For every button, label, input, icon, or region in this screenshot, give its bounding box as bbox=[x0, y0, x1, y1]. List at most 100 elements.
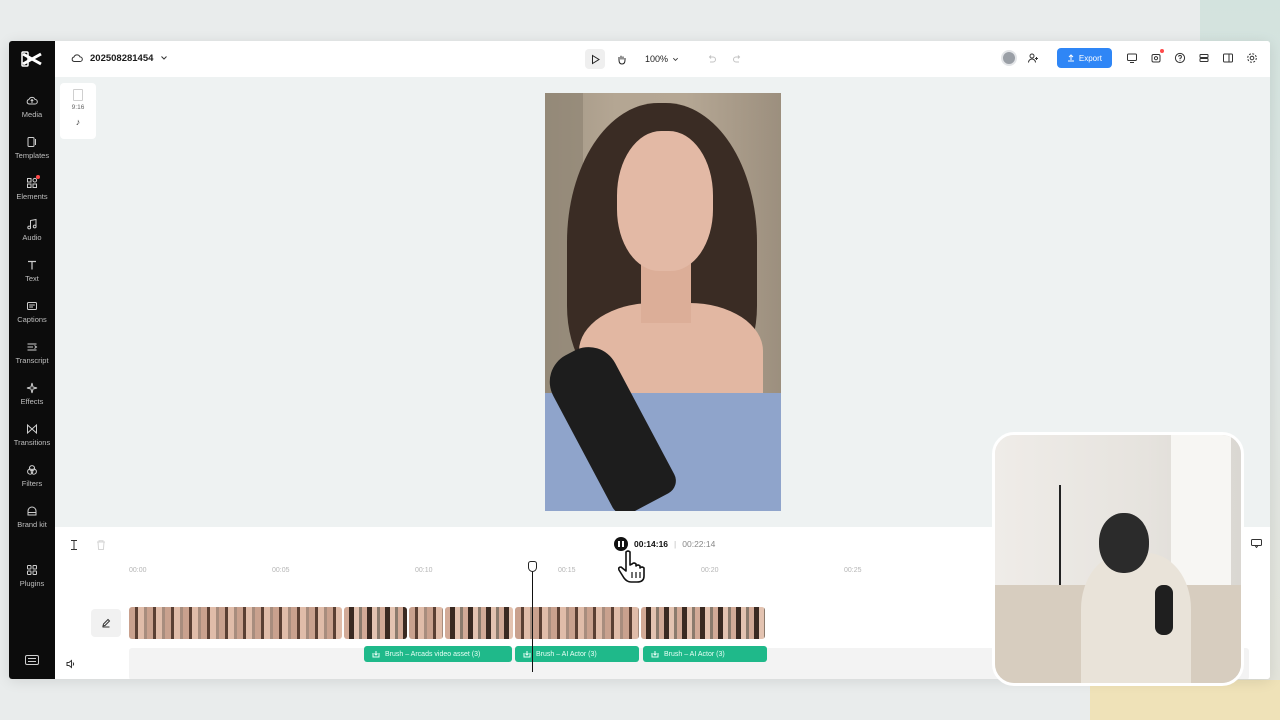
sparkle-icon bbox=[26, 382, 38, 394]
transcript-icon bbox=[27, 343, 38, 351]
hand-icon bbox=[618, 55, 625, 65]
audio-clip-label: Brush – AI Actor (3) bbox=[664, 650, 725, 658]
storage-button[interactable] bbox=[1196, 50, 1212, 66]
keyboard-icon[interactable] bbox=[25, 655, 39, 665]
plugins-icon bbox=[27, 565, 37, 575]
ruler-tick: 00:10 bbox=[415, 567, 433, 574]
settings-button[interactable] bbox=[1244, 50, 1260, 66]
video-clip[interactable] bbox=[445, 607, 513, 639]
project-name: 202508281454 bbox=[90, 52, 154, 64]
capcut-logo bbox=[21, 51, 42, 67]
webcam-overlay bbox=[992, 432, 1244, 686]
video-clip[interactable] bbox=[129, 607, 342, 639]
help-button[interactable] bbox=[1172, 50, 1188, 66]
audio-clip[interactable]: Brush – AI Actor (3) bbox=[515, 646, 639, 662]
webcam-person bbox=[1081, 553, 1191, 683]
video-clip[interactable] bbox=[344, 607, 407, 639]
comment-icon[interactable] bbox=[1251, 539, 1262, 548]
gear-icon bbox=[1247, 53, 1257, 63]
text-icon bbox=[28, 260, 36, 270]
chevron-down-icon bbox=[161, 56, 168, 60]
rail-item-label: Transitions bbox=[13, 438, 51, 447]
help-icon bbox=[1174, 52, 1186, 64]
volume-icon[interactable] bbox=[66, 659, 76, 669]
left-rail: Media Templates Elements Audio Text Capt… bbox=[9, 41, 55, 679]
undo-icon bbox=[708, 54, 716, 62]
notification-dot bbox=[1160, 49, 1164, 53]
filters-icon bbox=[27, 465, 37, 475]
video-clip[interactable] bbox=[641, 607, 765, 639]
rail-item-label: Audio bbox=[22, 233, 42, 242]
top-bar: 202508281454 100% Export bbox=[55, 41, 1270, 77]
edit-cover-button[interactable] bbox=[91, 609, 121, 637]
rail-item-label: Brand kit bbox=[17, 520, 47, 529]
present-button[interactable] bbox=[1124, 50, 1140, 66]
rail-item-audio[interactable]: Audio bbox=[9, 218, 55, 256]
phone-frame-icon bbox=[73, 89, 83, 101]
rail-item-label: Text bbox=[25, 274, 39, 283]
video-clip[interactable] bbox=[515, 607, 639, 639]
brand-kit-icon bbox=[27, 506, 37, 516]
ruler-tick: 00:15 bbox=[558, 567, 576, 574]
top-right-tools: Export bbox=[1000, 48, 1260, 68]
export-button[interactable]: Export bbox=[1056, 48, 1112, 68]
video-clips bbox=[129, 607, 767, 639]
undo-button[interactable] bbox=[701, 49, 721, 69]
transition-icon bbox=[27, 423, 37, 435]
avatar[interactable] bbox=[1000, 50, 1017, 66]
hand-tool-button[interactable] bbox=[611, 49, 631, 69]
rail-item-label: Transcript bbox=[15, 356, 49, 365]
rail-item-filters[interactable]: Filters bbox=[9, 464, 55, 502]
cloud-icon bbox=[71, 54, 83, 62]
time-separator: | bbox=[674, 539, 677, 549]
playhead-handle[interactable] bbox=[528, 561, 537, 572]
rail-item-plugins[interactable]: Plugins bbox=[9, 564, 55, 602]
total-time: 00:22:14 bbox=[682, 539, 716, 549]
upload-icon bbox=[1067, 54, 1074, 62]
audio-clip[interactable]: Brush – AI Actor (3) bbox=[643, 646, 767, 662]
rail-item-captions[interactable]: Captions bbox=[9, 300, 55, 338]
audio-import-icon bbox=[523, 651, 531, 658]
aspect-ratio-label: 9:16 bbox=[71, 104, 85, 111]
rail-item-templates[interactable]: Templates bbox=[9, 136, 55, 174]
redo-button[interactable] bbox=[727, 49, 747, 69]
video-preview[interactable] bbox=[545, 93, 781, 511]
rail-item-label: Plugins bbox=[19, 579, 45, 588]
audio-clips: Brush – Arcads video asset (3) Brush – A… bbox=[364, 646, 768, 662]
aspect-ratio-card[interactable]: 9:16 ♪ bbox=[60, 83, 96, 139]
rail-item-label: Media bbox=[21, 110, 43, 119]
video-subject-face bbox=[617, 131, 713, 271]
rail-item-label: Templates bbox=[14, 151, 50, 160]
ruler-tick: 00:05 bbox=[272, 567, 290, 574]
rail-item-label: Effects bbox=[20, 397, 44, 406]
audio-import-icon bbox=[372, 651, 380, 658]
webcam-person-head bbox=[1099, 513, 1149, 573]
rail-item-label: Filters bbox=[21, 479, 43, 488]
rail-item-transcript[interactable]: Transcript bbox=[9, 341, 55, 379]
rail-item-label: Elements bbox=[16, 192, 48, 201]
project-selector[interactable]: 202508281454 bbox=[71, 52, 168, 64]
music-note-icon bbox=[27, 218, 37, 230]
updates-button[interactable] bbox=[1148, 49, 1164, 66]
rail-item-elements[interactable]: Elements bbox=[9, 177, 55, 215]
rail-item-label: Captions bbox=[17, 315, 47, 324]
rail-item-text[interactable]: Text bbox=[9, 259, 55, 297]
video-clip[interactable] bbox=[409, 607, 443, 639]
audio-clip-label: Brush – Arcads video asset (3) bbox=[385, 650, 481, 658]
select-tool-button[interactable] bbox=[585, 49, 605, 69]
rail-item-transitions[interactable]: Transitions bbox=[9, 423, 55, 461]
zoom-dropdown[interactable]: 100% bbox=[645, 54, 679, 64]
export-label: Export bbox=[1078, 53, 1102, 63]
audio-clip[interactable]: Brush – Arcads video asset (3) bbox=[364, 646, 512, 662]
playhead-line[interactable] bbox=[532, 564, 533, 672]
layout-button[interactable] bbox=[1220, 50, 1236, 66]
trash-icon[interactable] bbox=[95, 539, 107, 551]
rail-item-brand-kit[interactable]: Brand kit bbox=[9, 505, 55, 551]
split-icon[interactable] bbox=[68, 539, 80, 551]
templates-icon bbox=[27, 137, 36, 147]
rail-item-media[interactable]: Media bbox=[9, 95, 55, 133]
invite-button[interactable] bbox=[1025, 50, 1041, 66]
rail-item-effects[interactable]: Effects bbox=[9, 382, 55, 420]
panel-icon bbox=[1223, 53, 1233, 63]
notification-dot bbox=[36, 175, 40, 179]
